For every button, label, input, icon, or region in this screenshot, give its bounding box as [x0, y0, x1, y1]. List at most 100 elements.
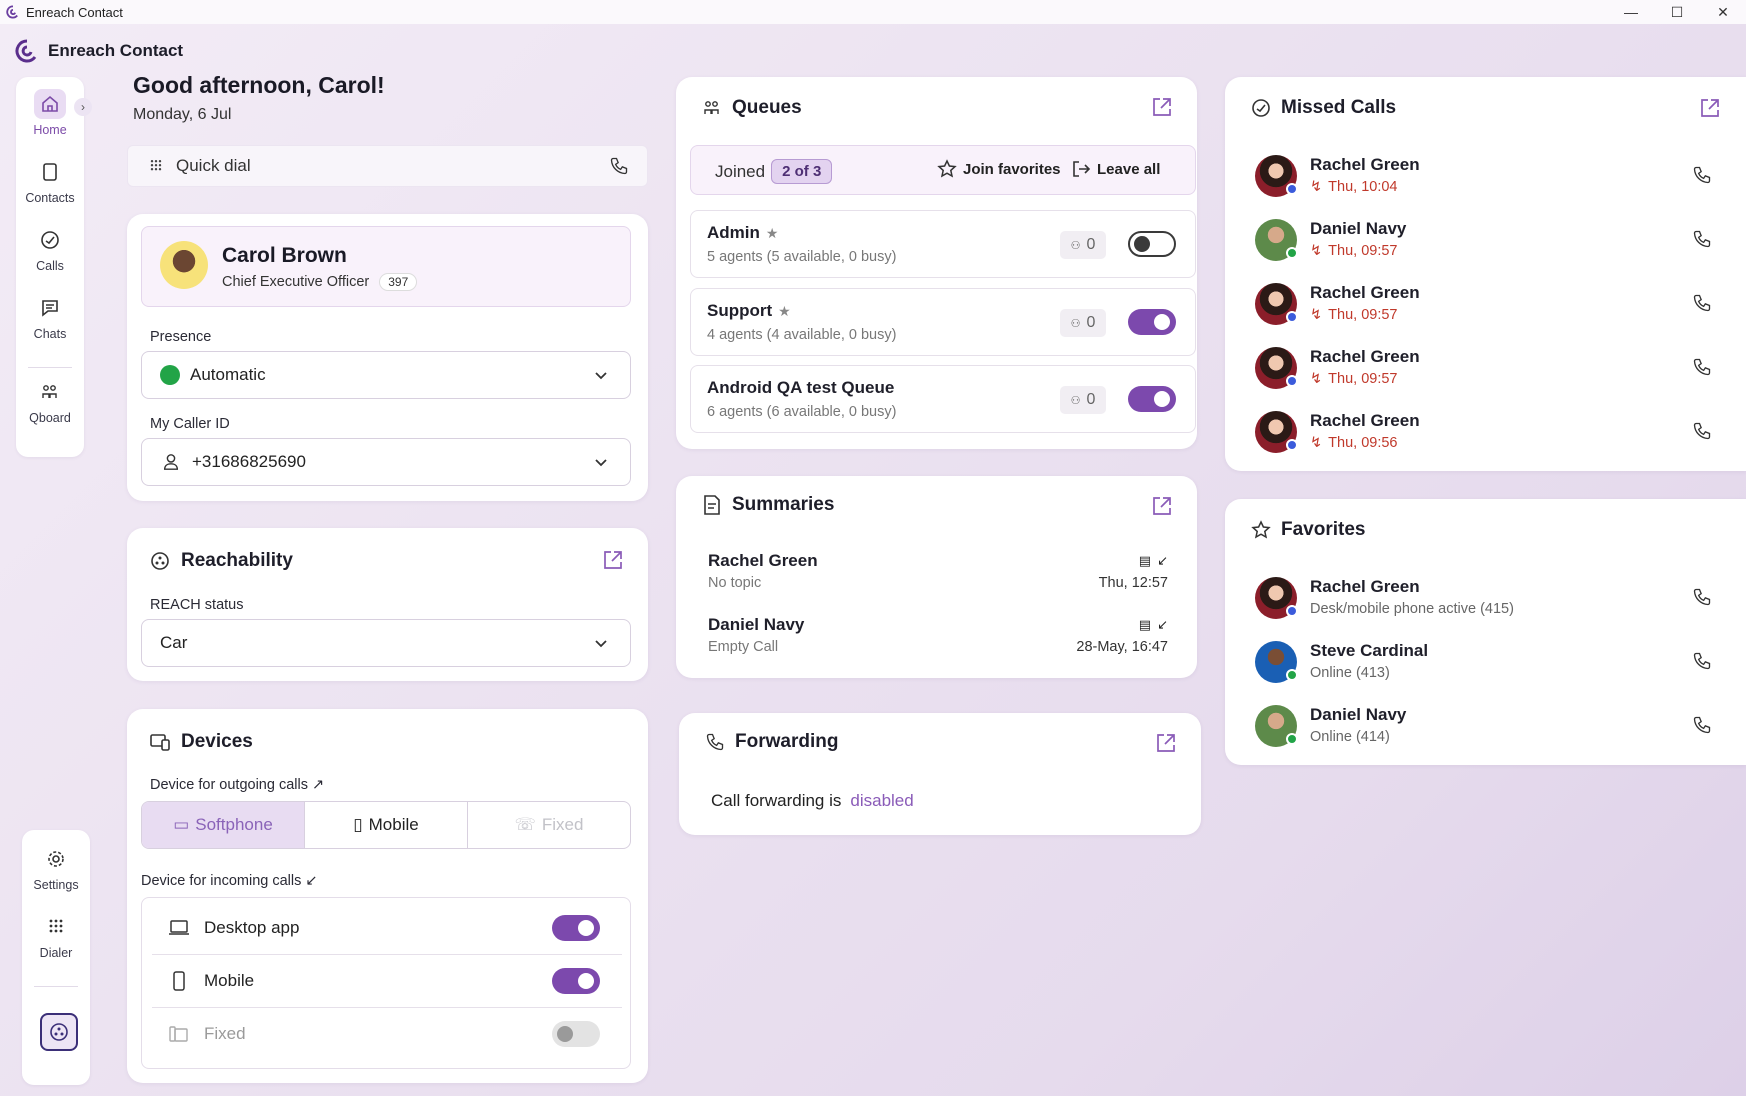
nav-settings[interactable]: Settings	[22, 844, 90, 892]
chevron-right-icon: ›	[81, 100, 85, 114]
desktop-app-toggle[interactable]	[552, 915, 600, 941]
summary-item[interactable]: Rachel Green No topic ▤ ↙ Thu, 12:57	[708, 551, 1168, 607]
caller-name: Rachel Green	[1310, 411, 1420, 430]
queue-join-toggle[interactable]	[1128, 309, 1176, 335]
maximize-button[interactable]: ☐	[1654, 0, 1700, 24]
nav-dialer[interactable]: Dialer	[22, 912, 90, 960]
incoming-device-fixed: Fixed	[152, 1008, 622, 1060]
favorite-item[interactable]: Daniel Navy Online (414)	[1225, 699, 1746, 755]
favorites-title: Favorites	[1281, 519, 1366, 540]
nav-contacts[interactable]: Contacts	[16, 157, 84, 205]
incoming-device-label: Mobile	[204, 971, 255, 990]
star-icon[interactable]: ★	[778, 303, 791, 320]
call-back-button[interactable]	[1692, 229, 1712, 254]
queue-join-toggle[interactable]	[1128, 386, 1176, 412]
profile-summary: Carol Brown Chief Executive Officer 397	[141, 226, 631, 307]
forwarding-status-link[interactable]: disabled	[850, 791, 913, 811]
incoming-device-label: Desktop app	[204, 918, 300, 937]
missed-calls-card: Missed Calls Rachel Green ↯ Thu, 10:04 Dani…	[1225, 77, 1746, 471]
incoming-devices-list: Desktop app Mobile Fixed	[141, 897, 631, 1069]
enreach-logo-icon	[15, 39, 37, 63]
open-external-icon[interactable]	[1151, 495, 1173, 517]
close-button[interactable]: ✕	[1700, 0, 1746, 24]
nav-divider	[28, 367, 72, 368]
nav-calls[interactable]: Calls	[16, 225, 84, 273]
nav-chats-label: Chats	[33, 327, 67, 341]
call-back-button[interactable]	[1692, 165, 1712, 190]
open-external-icon[interactable]	[602, 549, 624, 571]
queue-name: Android QA test Queue	[707, 378, 895, 397]
softphone-option[interactable]: ▭ Softphone	[142, 802, 305, 848]
missed-call-item[interactable]: Rachel Green ↯ Thu, 09:57	[1225, 277, 1746, 333]
queue-agents: 6 agents (6 available, 0 busy)	[707, 404, 897, 420]
phone-icon[interactable]	[609, 156, 629, 181]
queue-waiting-count: ⚇ 0	[1060, 231, 1106, 259]
fixed-option: ☏ Fixed	[514, 815, 584, 834]
summary-doc-icon: ▤	[1138, 553, 1152, 568]
missed-call-time: Thu, 09:57	[1328, 371, 1398, 387]
forwarding-title: Forwarding	[735, 731, 839, 752]
call-back-button[interactable]	[1692, 293, 1712, 318]
open-external-icon[interactable]	[1699, 97, 1721, 119]
queue-agents: 4 agents (4 available, 0 busy)	[707, 327, 897, 343]
missed-call-time: Thu, 10:04	[1328, 179, 1398, 195]
presence-select[interactable]: Automatic	[141, 351, 631, 399]
desk-phone-icon: ☏	[514, 815, 536, 834]
presence-dot	[1286, 669, 1298, 681]
reach-status-value: Car	[160, 633, 188, 652]
summaries-title: Summaries	[732, 494, 835, 515]
leave-all-button[interactable]: Leave all	[1071, 159, 1160, 179]
call-back-button[interactable]	[1692, 357, 1712, 382]
missed-call-item[interactable]: Rachel Green ↯ Thu, 09:57	[1225, 341, 1746, 397]
queue-waiting-count: ⚇ 0	[1060, 386, 1106, 414]
queue-row: Admin ★ 5 agents (5 available, 0 busy) ⚇ 0	[690, 210, 1196, 278]
open-external-icon[interactable]	[1151, 96, 1173, 118]
devices-card: Devices Device for outgoing calls ↗ ▭ Sof…	[127, 709, 648, 1083]
mobile-option[interactable]: ▯ Mobile	[305, 802, 468, 848]
nav-expand-button[interactable]: ›	[74, 98, 92, 116]
caller-name: Rachel Green	[1310, 347, 1420, 366]
missed-call-item[interactable]: Rachel Green ↯ Thu, 10:04	[1225, 149, 1746, 205]
favorite-item[interactable]: Steve Cardinal Online (413)	[1225, 635, 1746, 691]
call-back-button[interactable]	[1692, 421, 1712, 446]
main-nav: Home Contacts Calls Chats Qboard	[16, 77, 84, 457]
reach-status-select[interactable]: Car	[141, 619, 631, 667]
join-favorites-button[interactable]: Join favorites	[937, 159, 1061, 179]
summary-item[interactable]: Daniel Navy Empty Call ▤ ↙ 28-May, 16:47	[708, 615, 1168, 671]
open-external-icon[interactable]	[1155, 732, 1177, 754]
nav-chats[interactable]: Chats	[16, 293, 84, 341]
phone-icon	[1692, 652, 1712, 675]
incoming-device-label: Fixed	[204, 1024, 246, 1043]
queue-join-toggle[interactable]	[1128, 231, 1176, 257]
nav-divider	[34, 986, 78, 987]
phone-icon	[1692, 230, 1712, 253]
dialpad-icon	[150, 160, 162, 171]
phone-icon	[1692, 588, 1712, 611]
quick-dial-input[interactable]: Quick dial	[127, 145, 648, 187]
missed-call-item[interactable]: Daniel Navy ↯ Thu, 09:57	[1225, 213, 1746, 269]
call-button[interactable]	[1692, 587, 1712, 612]
queue-name: Admin	[707, 223, 760, 242]
chevron-down-icon	[595, 640, 607, 648]
profile-role: Chief Executive Officer	[222, 274, 370, 290]
missed-call-item[interactable]: Rachel Green ↯ Thu, 09:56	[1225, 405, 1746, 461]
queues-icon: ⚇	[1070, 239, 1081, 252]
reachability-button[interactable]	[40, 1013, 78, 1051]
mobile-toggle[interactable]	[552, 968, 600, 994]
nav-home[interactable]: Home	[16, 89, 84, 137]
favorite-item[interactable]: Rachel Green Desk/mobile phone active (41…	[1225, 571, 1746, 627]
call-button[interactable]	[1692, 715, 1712, 740]
queue-row: Android QA test Queue 6 agents (6 availa…	[690, 365, 1196, 433]
caller-id-select[interactable]: +31686825690	[141, 438, 631, 486]
minimize-button[interactable]: —	[1608, 0, 1654, 24]
star-icon[interactable]: ★	[766, 225, 779, 242]
summary-icon	[704, 495, 720, 515]
reachability-icon	[50, 1023, 68, 1041]
nav-qboard[interactable]: Qboard	[16, 377, 84, 425]
call-button[interactable]	[1692, 651, 1712, 676]
phone-icon	[1692, 294, 1712, 317]
caller-id-value: +31686825690	[192, 452, 306, 471]
presence-dot	[1286, 733, 1298, 745]
summary-contact-name: Daniel Navy	[708, 615, 805, 634]
missed-call-time: Thu, 09:57	[1328, 307, 1398, 323]
